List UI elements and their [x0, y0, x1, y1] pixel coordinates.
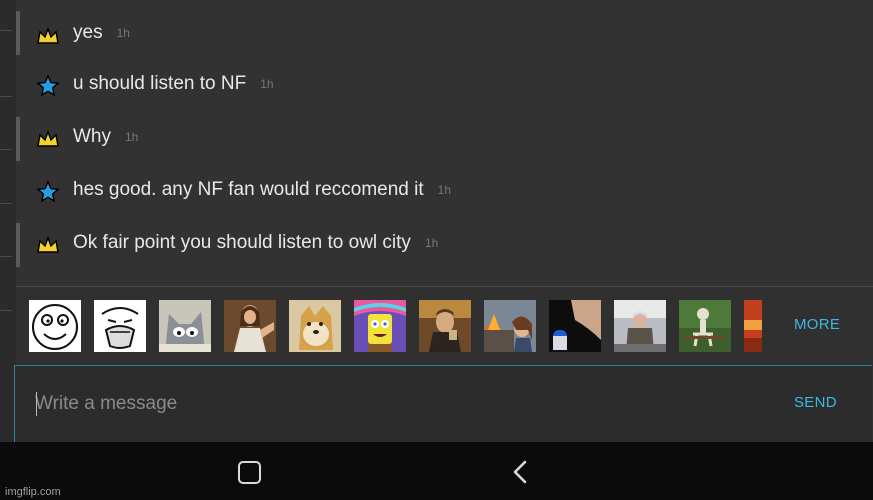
tom-cat-meme[interactable]: [159, 300, 211, 352]
rail-tick: [0, 256, 12, 257]
pills-meme[interactable]: [549, 300, 601, 352]
message-bar: [16, 117, 20, 161]
rail-tick: [0, 30, 12, 31]
message-text: Why 1h: [73, 126, 139, 147]
rail-tick: [0, 310, 12, 311]
message-input[interactable]: [35, 390, 735, 418]
message-text: yes 1h: [73, 22, 130, 43]
message-time: 1h: [424, 236, 439, 250]
lol-face-meme[interactable]: [94, 300, 146, 352]
android-navbar: imgflip.com: [0, 442, 873, 500]
message-text: u should listen to NF 1h: [73, 73, 274, 94]
chat-messages: yes 1h u should listen to NF 1h Why 1h hes …: [16, 0, 873, 287]
message-row[interactable]: Ok fair point you should listen to owl c…: [16, 219, 873, 272]
message-row[interactable]: Why 1h: [16, 113, 873, 166]
message-bar: [16, 223, 20, 267]
star-icon: [36, 74, 60, 97]
rage-face-meme[interactable]: [29, 300, 81, 352]
jesus-meme[interactable]: [224, 300, 276, 352]
message-row[interactable]: u should listen to NF 1h: [16, 60, 873, 113]
home-button-icon[interactable]: [238, 461, 261, 484]
rail-tick: [0, 149, 12, 150]
crown-icon: [37, 236, 59, 253]
partial-meme[interactable]: [744, 300, 762, 352]
back-arrow-icon[interactable]: [512, 460, 528, 484]
message-row[interactable]: yes 1h: [16, 7, 873, 60]
star-icon: [36, 180, 60, 203]
bernie-mittens-meme[interactable]: [614, 300, 666, 352]
text-cursor: [36, 392, 37, 416]
disaster-girl-meme[interactable]: [484, 300, 536, 352]
message-time: 1h: [125, 130, 139, 144]
skeleton-bench-meme[interactable]: [679, 300, 731, 352]
message-text: hes good. any NF fan would reccomend it 1…: [73, 179, 451, 200]
doge-meme[interactable]: [289, 300, 341, 352]
message-time: 1h: [437, 183, 451, 197]
message-text: Ok fair point you should listen to owl c…: [73, 232, 439, 253]
leonardo-laughing-meme[interactable]: [419, 300, 471, 352]
rail-tick: [0, 96, 12, 97]
watermark: imgflip.com: [5, 486, 61, 498]
message-composer: SEND: [14, 365, 872, 442]
crown-icon: [37, 130, 59, 147]
crown-icon: [37, 27, 59, 44]
meme-strip: MORE: [16, 287, 873, 365]
message-bar: [16, 11, 20, 55]
spongebob-imagination-meme[interactable]: [354, 300, 406, 352]
more-button[interactable]: MORE: [794, 316, 840, 333]
message-row[interactable]: hes good. any NF fan would reccomend it 1…: [16, 166, 873, 219]
send-button[interactable]: SEND: [794, 394, 837, 411]
message-time: 1h: [116, 26, 130, 40]
rail-tick: [0, 203, 12, 204]
message-time: 1h: [260, 77, 274, 91]
